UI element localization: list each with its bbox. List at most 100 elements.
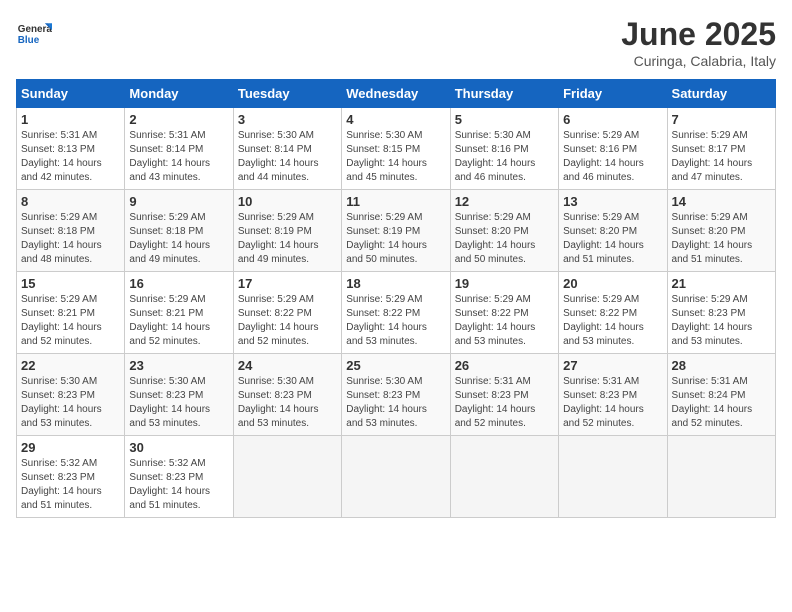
day-info: Sunrise: 5:29 AMSunset: 8:20 PMDaylight:…	[563, 211, 662, 267]
col-tuesday: Tuesday	[233, 80, 341, 108]
table-row: 4Sunrise: 5:30 AMSunset: 8:15 PMDaylight…	[342, 108, 450, 190]
table-row: 18 Sunrise: 5:29 AMSunset: 8:22 PMDayligh…	[342, 272, 450, 354]
day-info: Sunrise: 5:29 AMSunset: 8:18 PMDaylight:…	[21, 211, 120, 267]
day-number: 11	[346, 194, 445, 209]
day-number: 9	[129, 194, 228, 209]
day-number: 16	[129, 276, 228, 291]
table-row: 8 Sunrise: 5:29 AMSunset: 8:18 PMDaylight…	[17, 190, 125, 272]
subtitle: Curinga, Calabria, Italy	[621, 53, 776, 69]
day-number: 15	[21, 276, 120, 291]
svg-text:Blue: Blue	[18, 35, 40, 46]
col-thursday: Thursday	[450, 80, 558, 108]
day-number: 24	[238, 358, 337, 373]
day-number: 4	[346, 112, 445, 127]
table-row: 22Sunrise: 5:30 AMSunset: 8:23 PMDayligh…	[17, 354, 125, 436]
table-row: 19 Sunrise: 5:29 AMSunset: 8:22 PMDayligh…	[450, 272, 558, 354]
day-number: 27	[563, 358, 662, 373]
table-row: 12 Sunrise: 5:29 AMSunset: 8:20 PMDayligh…	[450, 190, 558, 272]
day-number: 14	[672, 194, 771, 209]
day-number: 8	[21, 194, 120, 209]
day-number: 28	[672, 358, 771, 373]
table-row: 1 Sunrise: 5:31 AMSunset: 8:13 PMDaylight…	[17, 108, 125, 190]
table-row: 2 Sunrise: 5:31 AMSunset: 8:14 PMDaylight…	[125, 108, 233, 190]
day-number: 23	[129, 358, 228, 373]
table-row	[667, 436, 775, 518]
col-wednesday: Wednesday	[342, 80, 450, 108]
day-info: Sunrise: 5:29 AMSunset: 8:22 PMDaylight:…	[346, 293, 445, 349]
table-row: 20Sunrise: 5:29 AMSunset: 8:22 PMDayligh…	[559, 272, 667, 354]
table-row: 21 Sunrise: 5:29 AMSunset: 8:23 PMDayligh…	[667, 272, 775, 354]
day-info: Sunrise: 5:29 AMSunset: 8:18 PMDaylight:…	[129, 211, 228, 267]
day-info: Sunrise: 5:29 AMSunset: 8:22 PMDaylight:…	[455, 293, 554, 349]
calendar-week-row: 29 Sunrise: 5:32 AMSunset: 8:23 PMDayligh…	[17, 436, 776, 518]
day-number: 2	[129, 112, 228, 127]
day-number: 26	[455, 358, 554, 373]
table-row: 7Sunrise: 5:29 AMSunset: 8:17 PMDaylight…	[667, 108, 775, 190]
table-row: 11Sunrise: 5:29 AMSunset: 8:19 PMDayligh…	[342, 190, 450, 272]
col-sunday: Sunday	[17, 80, 125, 108]
table-row: 13 Sunrise: 5:29 AMSunset: 8:20 PMDayligh…	[559, 190, 667, 272]
calendar-week-row: 1 Sunrise: 5:31 AMSunset: 8:13 PMDaylight…	[17, 108, 776, 190]
day-info: Sunrise: 5:29 AMSunset: 8:20 PMDaylight:…	[455, 211, 554, 267]
day-number: 6	[563, 112, 662, 127]
table-row	[559, 436, 667, 518]
table-row: 26 Sunrise: 5:31 AMSunset: 8:23 PMDayligh…	[450, 354, 558, 436]
day-info: Sunrise: 5:31 AMSunset: 8:23 PMDaylight:…	[455, 375, 554, 431]
day-info: Sunrise: 5:30 AMSunset: 8:23 PMDaylight:…	[129, 375, 228, 431]
table-row: 3 Sunrise: 5:30 AMSunset: 8:14 PMDaylight…	[233, 108, 341, 190]
table-row: 30 Sunrise: 5:32 AMSunset: 8:23 PMDayligh…	[125, 436, 233, 518]
table-row: 10 Sunrise: 5:29 AMSunset: 8:19 PMDayligh…	[233, 190, 341, 272]
day-number: 19	[455, 276, 554, 291]
table-row: 5Sunrise: 5:30 AMSunset: 8:16 PMDaylight…	[450, 108, 558, 190]
day-info: Sunrise: 5:31 AMSunset: 8:14 PMDaylight:…	[129, 129, 228, 185]
day-info: Sunrise: 5:29 AMSunset: 8:22 PMDaylight:…	[238, 293, 337, 349]
day-info: Sunrise: 5:32 AMSunset: 8:23 PMDaylight:…	[129, 457, 228, 513]
table-row: 6 Sunrise: 5:29 AMSunset: 8:16 PMDaylight…	[559, 108, 667, 190]
day-number: 10	[238, 194, 337, 209]
day-info: Sunrise: 5:29 AMSunset: 8:19 PMDaylight:…	[238, 211, 337, 267]
day-info: Sunrise: 5:31 AMSunset: 8:13 PMDaylight:…	[21, 129, 120, 185]
table-row: 25Sunrise: 5:30 AMSunset: 8:23 PMDayligh…	[342, 354, 450, 436]
day-number: 18	[346, 276, 445, 291]
table-row: 17 Sunrise: 5:29 AMSunset: 8:22 PMDayligh…	[233, 272, 341, 354]
day-info: Sunrise: 5:29 AMSunset: 8:21 PMDaylight:…	[129, 293, 228, 349]
day-info: Sunrise: 5:30 AMSunset: 8:16 PMDaylight:…	[455, 129, 554, 185]
col-saturday: Saturday	[667, 80, 775, 108]
day-info: Sunrise: 5:29 AMSunset: 8:23 PMDaylight:…	[672, 293, 771, 349]
col-friday: Friday	[559, 80, 667, 108]
col-monday: Monday	[125, 80, 233, 108]
table-row: 15 Sunrise: 5:29 AMSunset: 8:21 PMDayligh…	[17, 272, 125, 354]
day-number: 1	[21, 112, 120, 127]
svg-text:General: General	[18, 24, 52, 35]
day-info: Sunrise: 5:30 AMSunset: 8:23 PMDaylight:…	[238, 375, 337, 431]
day-number: 21	[672, 276, 771, 291]
table-row: 16 Sunrise: 5:29 AMSunset: 8:21 PMDayligh…	[125, 272, 233, 354]
month-title: June 2025	[621, 16, 776, 53]
table-row: 28 Sunrise: 5:31 AMSunset: 8:24 PMDayligh…	[667, 354, 775, 436]
calendar-header-row: Sunday Monday Tuesday Wednesday Thursday…	[17, 80, 776, 108]
table-row	[342, 436, 450, 518]
table-row: 29Sunrise: 5:32 AMSunset: 8:23 PMDayligh…	[17, 436, 125, 518]
calendar-week-row: 8 Sunrise: 5:29 AMSunset: 8:18 PMDaylight…	[17, 190, 776, 272]
header: General Blue June 2025 Curinga, Calabria…	[16, 16, 776, 69]
table-row	[233, 436, 341, 518]
day-number: 30	[129, 440, 228, 455]
day-info: Sunrise: 5:31 AMSunset: 8:24 PMDaylight:…	[672, 375, 771, 431]
table-row: 14Sunrise: 5:29 AMSunset: 8:20 PMDayligh…	[667, 190, 775, 272]
title-area: June 2025 Curinga, Calabria, Italy	[621, 16, 776, 69]
day-number: 12	[455, 194, 554, 209]
day-number: 29	[21, 440, 120, 455]
table-row: 9 Sunrise: 5:29 AMSunset: 8:18 PMDaylight…	[125, 190, 233, 272]
logo: General Blue	[16, 16, 52, 52]
day-number: 17	[238, 276, 337, 291]
table-row: 24 Sunrise: 5:30 AMSunset: 8:23 PMDayligh…	[233, 354, 341, 436]
day-number: 13	[563, 194, 662, 209]
day-number: 22	[21, 358, 120, 373]
day-number: 3	[238, 112, 337, 127]
calendar-table: Sunday Monday Tuesday Wednesday Thursday…	[16, 79, 776, 518]
day-info: Sunrise: 5:29 AMSunset: 8:17 PMDaylight:…	[672, 129, 771, 185]
day-info: Sunrise: 5:30 AMSunset: 8:14 PMDaylight:…	[238, 129, 337, 185]
day-info: Sunrise: 5:29 AMSunset: 8:21 PMDaylight:…	[21, 293, 120, 349]
table-row: 27Sunrise: 5:31 AMSunset: 8:23 PMDayligh…	[559, 354, 667, 436]
day-info: Sunrise: 5:29 AMSunset: 8:16 PMDaylight:…	[563, 129, 662, 185]
